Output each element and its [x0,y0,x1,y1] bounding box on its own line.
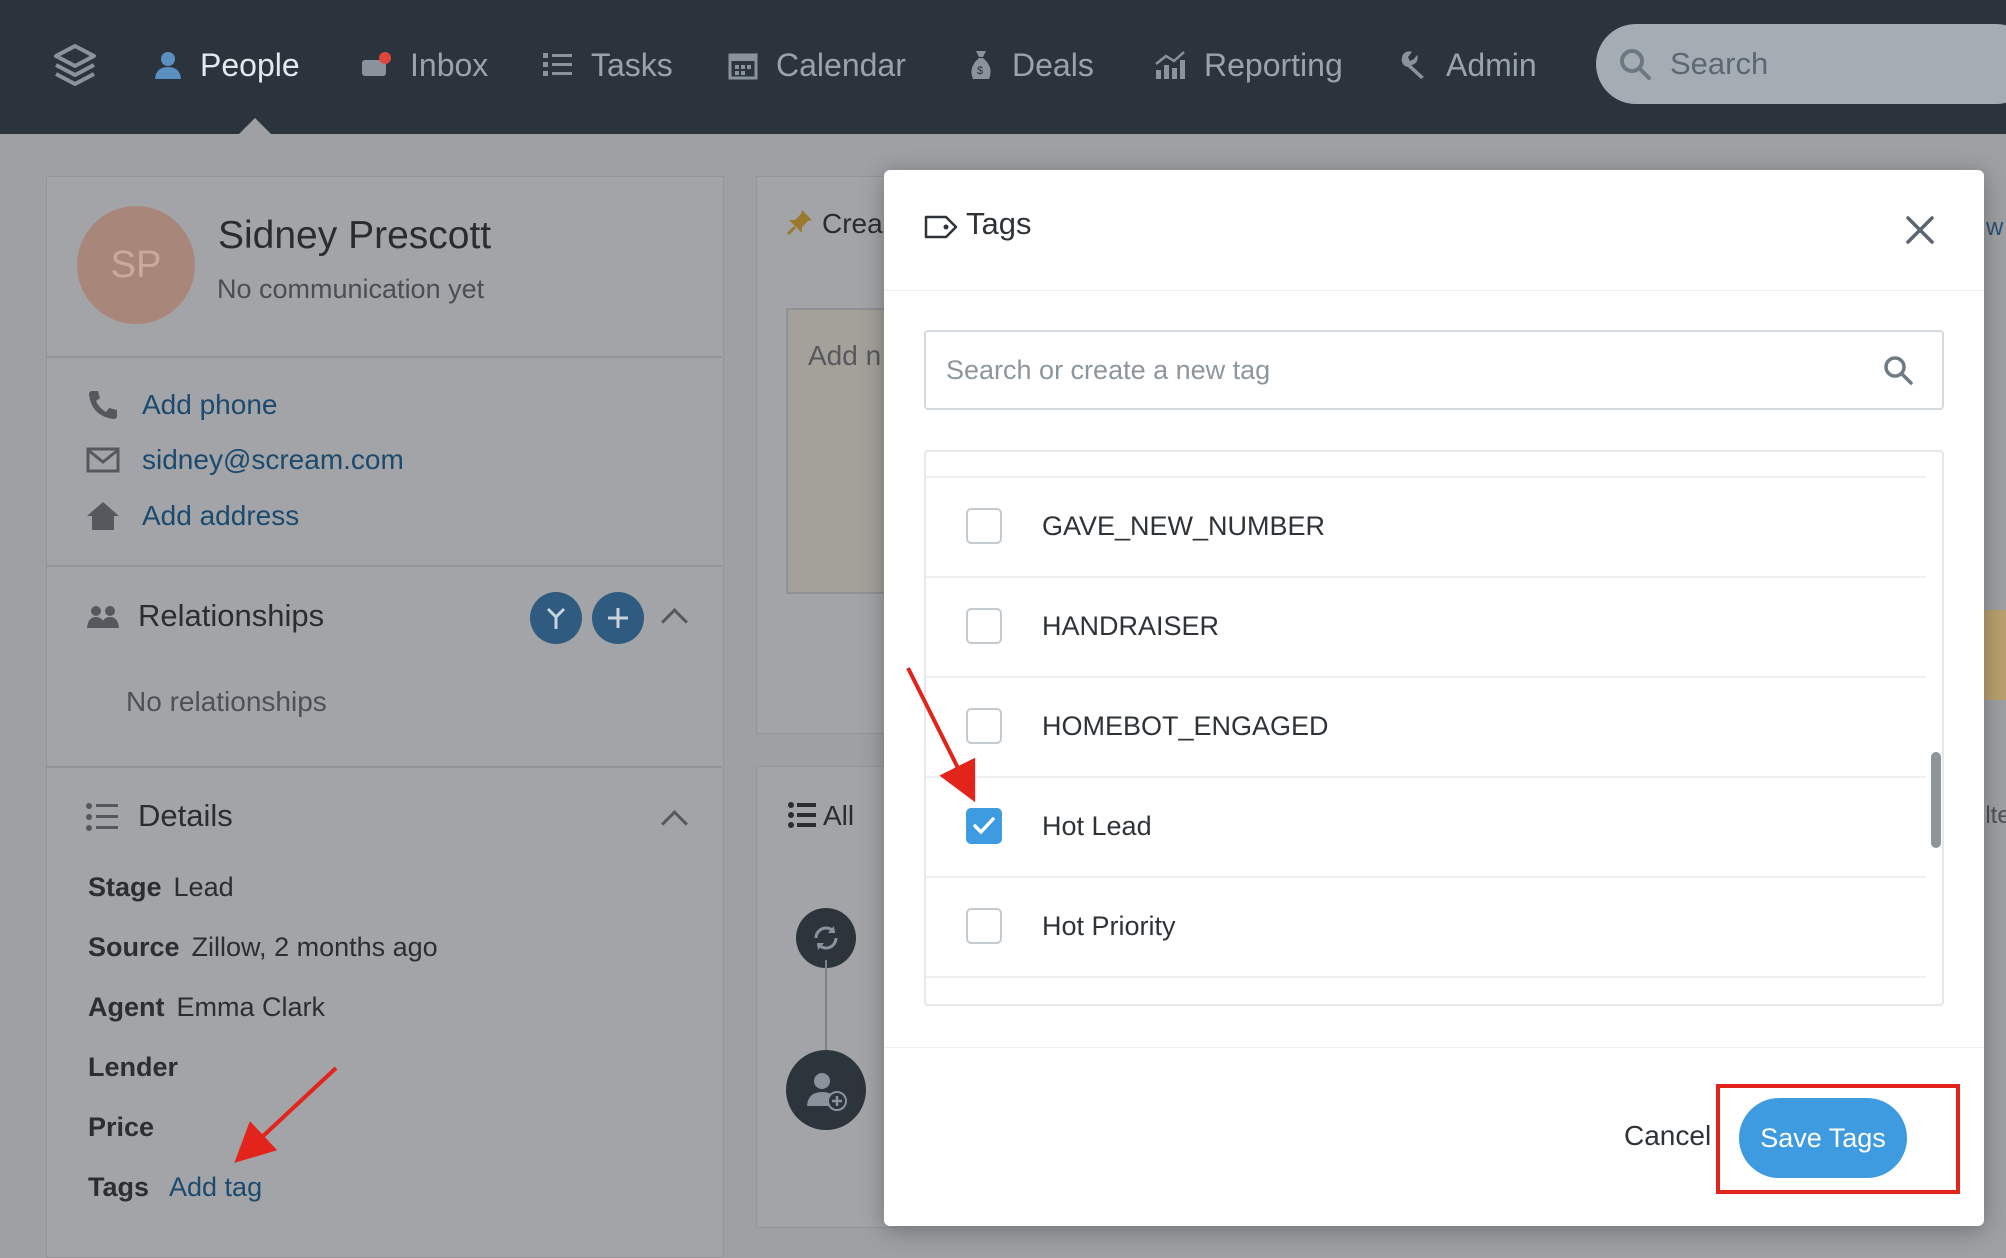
arrow-to-hot-lead [906,667,976,803]
arrow-to-add-tag [234,1066,338,1163]
annotation-arrows [234,667,976,1163]
